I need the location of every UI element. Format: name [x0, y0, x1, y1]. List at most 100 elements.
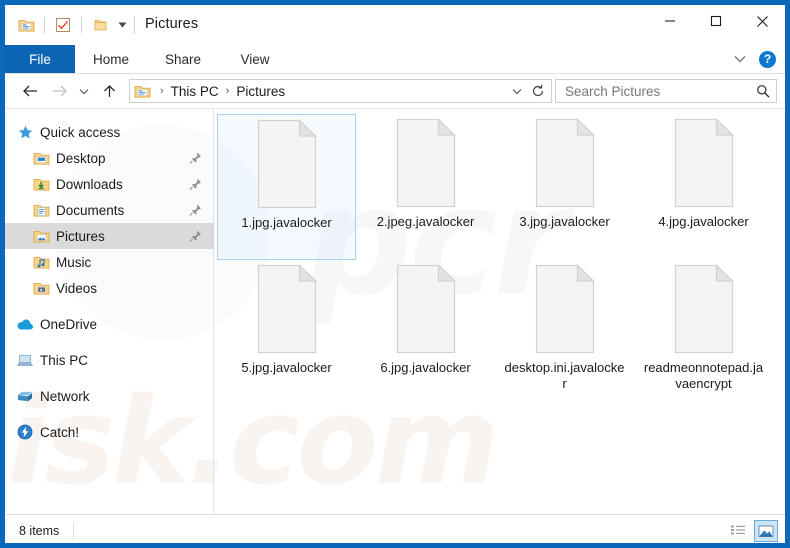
address-bar: › This PC › Pictures Search Pictures [5, 74, 785, 109]
sidebar-item-network[interactable]: Network [5, 383, 214, 409]
generic-file-icon [669, 117, 739, 209]
sidebar-item-videos[interactable]: Videos [5, 275, 214, 301]
up-button[interactable] [95, 77, 123, 105]
file-list-view[interactable]: 1.jpg.javalocker 2.jpeg.javalocker 3.jpg… [214, 109, 785, 514]
this-pc-icon [15, 353, 35, 368]
details-view-button[interactable] [726, 520, 750, 542]
new-folder-icon[interactable] [89, 14, 111, 36]
forward-button[interactable] [45, 77, 73, 105]
sidebar-item-label: Music [56, 254, 92, 270]
sidebar-item-this-pc[interactable]: This PC [5, 347, 214, 373]
file-name-label: 3.jpg.javalocker [519, 214, 610, 229]
pin-icon[interactable] [189, 178, 202, 191]
sidebar-item-label: Catch! [40, 424, 80, 440]
expand-ribbon-chevron-down-icon[interactable] [729, 48, 751, 70]
large-icons-view-button[interactable] [754, 520, 778, 542]
file-item[interactable]: 5.jpg.javalocker [217, 260, 356, 406]
pictures-folder-icon [31, 229, 51, 244]
file-item[interactable]: 4.jpg.javalocker [634, 114, 773, 260]
sidebar-item-pictures[interactable]: Pictures [5, 223, 214, 249]
generic-file-icon [530, 263, 600, 355]
pin-icon[interactable] [189, 204, 202, 217]
sidebar-item-music[interactable]: Music [5, 249, 214, 275]
sidebar-item-downloads[interactable]: Downloads [5, 171, 214, 197]
ribbon-right-controls: ? [729, 45, 779, 73]
refresh-button[interactable] [527, 80, 549, 102]
pin-icon[interactable] [189, 230, 202, 243]
search-icon[interactable] [756, 84, 770, 98]
generic-file-icon [252, 118, 322, 210]
generic-file-icon [252, 263, 322, 355]
file-name-label: 2.jpeg.javalocker [376, 214, 475, 229]
music-folder-icon [31, 255, 51, 270]
breadcrumb-dropdown-chevron-down-icon[interactable] [507, 80, 527, 102]
pin-icon[interactable] [189, 152, 202, 165]
navigation-pane: Quick access Desktop Downloads Documents… [5, 109, 214, 514]
documents-folder-icon [31, 203, 51, 218]
tab-share[interactable]: Share [147, 45, 219, 73]
sidebar-item-catch[interactable]: Catch! [5, 419, 214, 445]
quick-access-toolbar [15, 14, 133, 36]
breadcrumb-separator-1[interactable]: › [221, 85, 235, 97]
breadcrumb-separator-0[interactable]: › [155, 85, 169, 97]
file-item[interactable]: readmeonnotepad.javaencrypt [634, 260, 773, 406]
minimize-button[interactable] [647, 5, 693, 37]
search-box[interactable]: Search Pictures [555, 79, 777, 103]
file-item[interactable]: desktop.ini.javalocker [495, 260, 634, 406]
sidebar-item-label: Pictures [56, 228, 105, 244]
ribbon-tabs: File Home Share View [5, 45, 785, 73]
sidebar-gap-4 [5, 409, 214, 419]
file-item[interactable]: 1.jpg.javalocker [217, 114, 356, 260]
file-name-label: 6.jpg.javalocker [380, 360, 471, 375]
properties-icon[interactable] [15, 14, 37, 36]
tab-home[interactable]: Home [75, 45, 147, 73]
breadcrumb-bar[interactable]: › This PC › Pictures [129, 79, 552, 103]
file-item[interactable]: 2.jpeg.javalocker [356, 114, 495, 260]
sidebar-item-label: OneDrive [40, 316, 98, 332]
videos-folder-icon [31, 281, 51, 296]
generic-file-icon [391, 263, 461, 355]
file-name-label: readmeonnotepad.javaencrypt [643, 360, 764, 391]
tab-view[interactable]: View [219, 45, 291, 73]
sidebar-item-quick-access[interactable]: Quick access [5, 119, 214, 145]
sidebar-gap-2 [5, 337, 214, 347]
checkbox-icon[interactable] [52, 14, 74, 36]
file-name-label: 5.jpg.javalocker [241, 360, 332, 375]
title-bar: Pictures [5, 5, 785, 45]
onedrive-cloud-icon [15, 318, 35, 331]
tab-file[interactable]: File [5, 45, 75, 73]
recent-locations-button[interactable] [73, 77, 95, 105]
sidebar-gap-3 [5, 373, 214, 383]
window-controls [647, 5, 785, 37]
breadcrumb-item-this-pc[interactable]: This PC [169, 84, 221, 99]
ribbon-tab-bar: File Home Share View ? [5, 45, 785, 74]
sidebar-item-desktop[interactable]: Desktop [5, 145, 214, 171]
window-title: Pictures [145, 16, 199, 32]
network-icon [15, 389, 35, 404]
status-bar: 8 items [5, 514, 785, 543]
maximize-button[interactable] [693, 5, 739, 37]
generic-file-icon [530, 117, 600, 209]
close-button[interactable] [739, 5, 785, 37]
sidebar-item-label: Videos [56, 280, 98, 296]
file-grid: 1.jpg.javalocker 2.jpeg.javalocker 3.jpg… [214, 114, 785, 406]
generic-file-icon [669, 263, 739, 355]
sidebar-item-onedrive[interactable]: OneDrive [5, 311, 214, 337]
file-name-label: desktop.ini.javalocker [504, 360, 625, 391]
help-button[interactable]: ? [759, 50, 776, 68]
qat-separator-1 [44, 17, 45, 33]
file-item[interactable]: 6.jpg.javalocker [356, 260, 495, 406]
sidebar-item-label: Desktop [56, 150, 106, 166]
file-item[interactable]: 3.jpg.javalocker [495, 114, 634, 260]
search-input[interactable]: Search Pictures [565, 84, 660, 99]
back-button[interactable] [17, 77, 45, 105]
breadcrumb-item-pictures[interactable]: Pictures [234, 84, 287, 99]
customize-dropdown-icon[interactable] [111, 14, 133, 36]
generic-file-icon [391, 117, 461, 209]
sidebar-item-documents[interactable]: Documents [5, 197, 214, 223]
sidebar-item-label: This PC [40, 352, 89, 368]
file-name-label: 4.jpg.javalocker [658, 214, 749, 229]
view-mode-buttons [726, 520, 778, 542]
explorer-body: Quick access Desktop Downloads Documents… [5, 109, 785, 514]
downloads-folder-icon [31, 177, 51, 192]
